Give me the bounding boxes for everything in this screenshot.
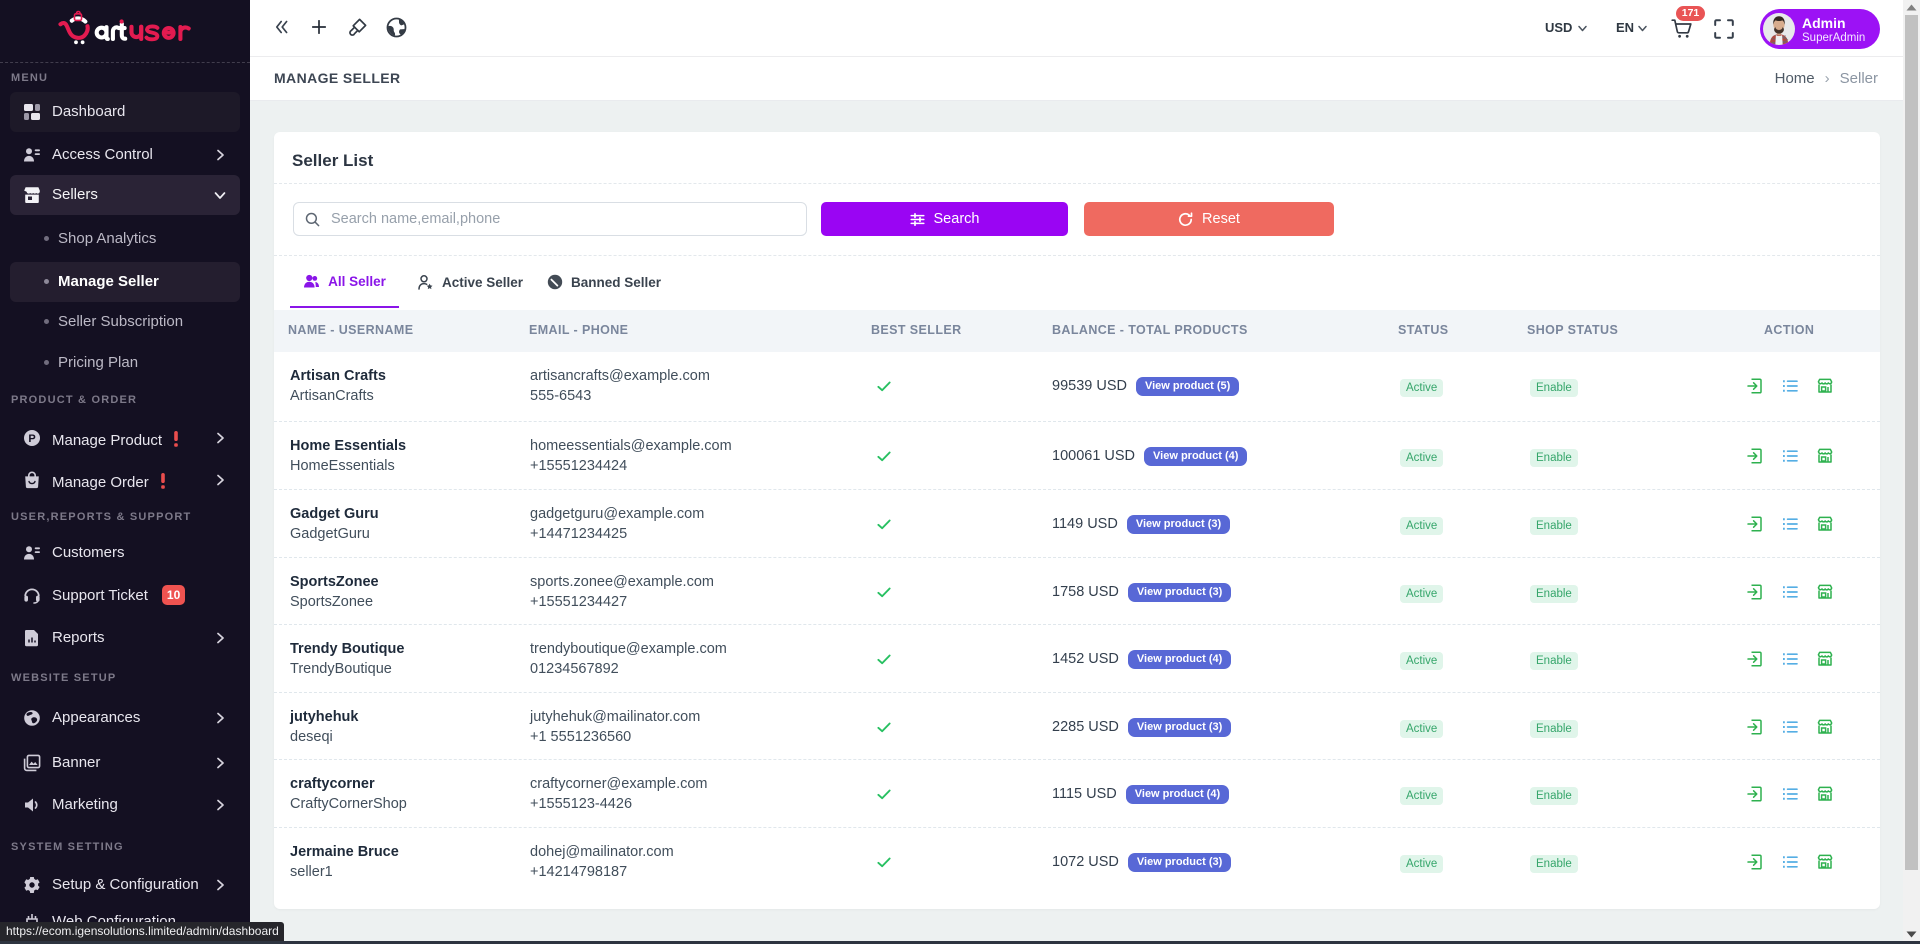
svg-text:P: P bbox=[28, 433, 35, 445]
